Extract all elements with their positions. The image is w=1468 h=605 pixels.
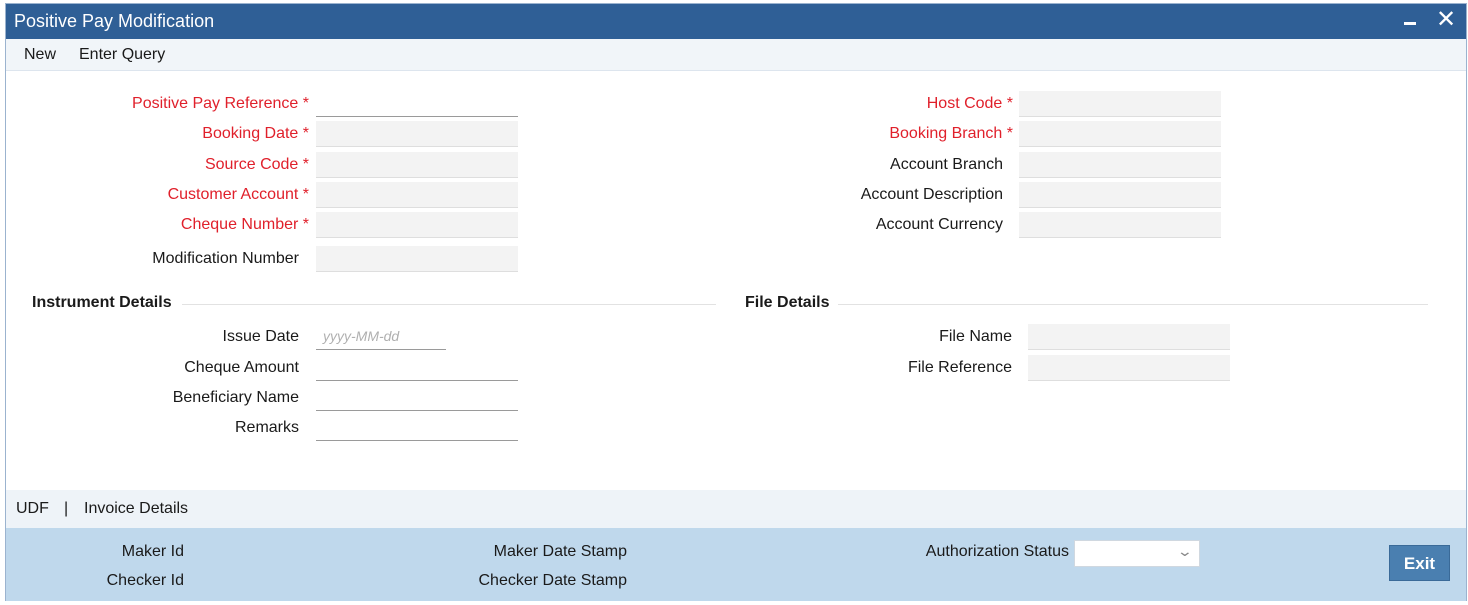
file-name-label: File Name xyxy=(939,328,1012,345)
file-details-divider xyxy=(838,304,1428,305)
authorization-status-select[interactable]: ⌄ xyxy=(1074,540,1200,567)
minimize-icon[interactable] xyxy=(1402,9,1420,33)
invoice-details-link[interactable]: Invoice Details xyxy=(84,500,188,518)
exit-button[interactable]: Exit xyxy=(1389,545,1450,581)
booking-date-label: Booking Date xyxy=(202,124,309,144)
customer-account-label: Customer Account xyxy=(168,185,309,205)
account-currency-label: Account Currency xyxy=(875,216,1003,233)
window-title: Positive Pay Modification xyxy=(14,11,215,31)
menu-bar: New Enter Query xyxy=(6,39,1466,71)
remarks-label: Remarks xyxy=(234,419,299,436)
issue-date-label: Issue Date xyxy=(222,328,299,345)
enter-query-menu-item[interactable]: Enter Query xyxy=(79,46,165,64)
checker-id-label: Checker Id xyxy=(106,572,184,589)
maker-id-label: Maker Id xyxy=(121,543,184,560)
beneficiary-name-input[interactable] xyxy=(316,385,518,411)
cheque-amount-input[interactable] xyxy=(316,355,518,381)
instrument-details-title: Instrument Details xyxy=(32,294,172,311)
chevron-down-icon: ⌄ xyxy=(1176,543,1194,559)
account-description-field xyxy=(1019,182,1221,208)
issue-date-placeholder: yyyy-MM-dd xyxy=(323,328,400,344)
booking-branch-label: Booking Branch xyxy=(889,124,1013,144)
subnav-separator: | xyxy=(64,500,69,517)
issue-date-input[interactable]: yyyy-MM-dd xyxy=(316,324,446,350)
booking-date-field xyxy=(316,121,518,147)
title-bar: Positive Pay Modification ✕ xyxy=(6,4,1466,39)
account-branch-field xyxy=(1019,152,1221,178)
positive-pay-reference-input[interactable] xyxy=(316,91,518,117)
close-icon[interactable]: ✕ xyxy=(1434,6,1458,34)
modification-number-label: Modification Number xyxy=(152,250,299,267)
maker-date-stamp-label: Maker Date Stamp xyxy=(493,543,627,560)
cheque-number-label: Cheque Number xyxy=(181,215,309,235)
checker-date-stamp-label: Checker Date Stamp xyxy=(478,572,627,589)
modification-number-field xyxy=(316,246,518,272)
booking-branch-field xyxy=(1019,121,1221,147)
instrument-details-divider xyxy=(182,304,716,305)
authorization-status-label: Authorization Status xyxy=(925,543,1069,560)
source-code-label: Source Code xyxy=(205,155,309,175)
host-code-field xyxy=(1019,91,1221,117)
customer-account-field xyxy=(316,182,518,208)
file-details-title: File Details xyxy=(745,294,830,311)
source-code-field xyxy=(316,152,518,178)
file-name-field xyxy=(1028,324,1230,350)
remarks-input[interactable] xyxy=(316,415,518,441)
account-description-label: Account Description xyxy=(860,186,1003,203)
new-menu-item[interactable]: New xyxy=(24,46,56,64)
positive-pay-modification-window: Positive Pay Modification ✕ New Enter Qu… xyxy=(5,3,1467,601)
host-code-label: Host Code xyxy=(927,94,1013,114)
file-reference-field xyxy=(1028,355,1230,381)
cheque-number-field xyxy=(316,212,518,238)
account-branch-label: Account Branch xyxy=(890,156,1003,173)
account-currency-field xyxy=(1019,212,1221,238)
positive-pay-reference-label: Positive Pay Reference xyxy=(132,94,309,114)
cheque-amount-label: Cheque Amount xyxy=(184,359,299,376)
audit-footer: Maker Id Checker Id Maker Date Stamp Che… xyxy=(6,528,1466,601)
udf-link[interactable]: UDF xyxy=(16,500,49,518)
file-reference-label: File Reference xyxy=(907,359,1012,376)
beneficiary-name-label: Beneficiary Name xyxy=(172,389,299,406)
subnav-bar: UDF | Invoice Details xyxy=(6,490,1466,528)
